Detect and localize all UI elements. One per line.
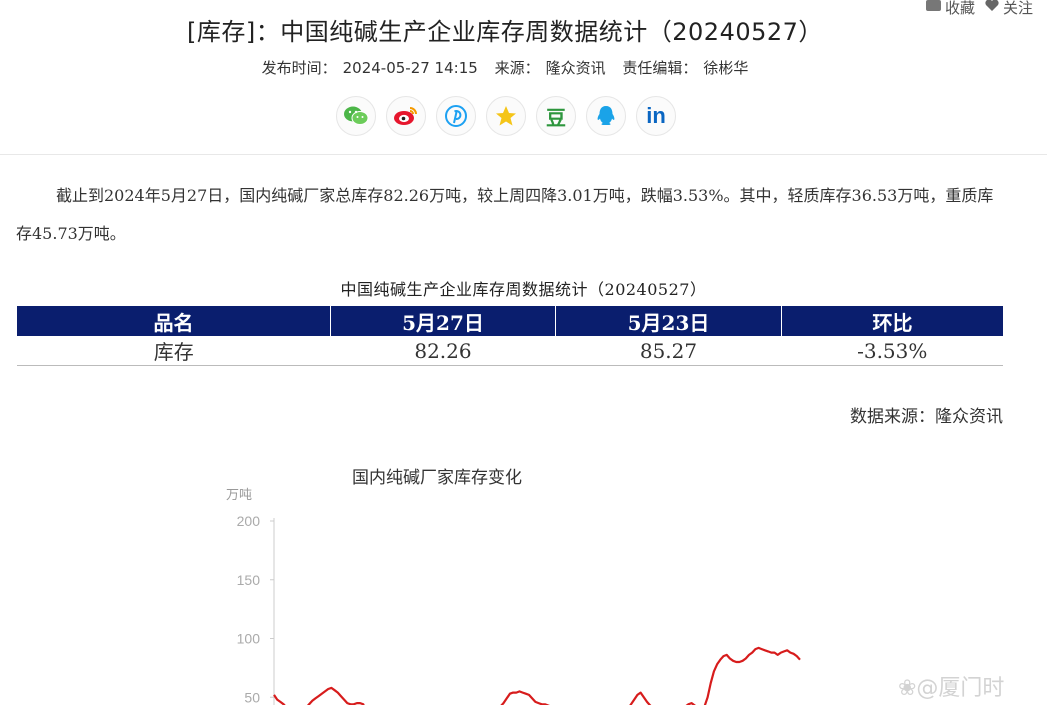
table-row: 库存 82.26 85.27 -3.53% xyxy=(17,336,1003,366)
header-may27: 5月27日 xyxy=(330,306,556,336)
header-may23: 5月23日 xyxy=(555,306,782,336)
header-product: 品名 xyxy=(17,306,331,336)
share-weibo-button[interactable] xyxy=(386,96,426,136)
y-tick-label: 100 xyxy=(237,631,261,647)
data-source: 数据来源：隆众资讯 xyxy=(850,407,1003,427)
article-title: [库存]：中国纯碱生产企业库存周数据统计（20240527） xyxy=(187,18,823,46)
share-wechat-button[interactable] xyxy=(336,96,376,136)
share-qzone-button[interactable] xyxy=(486,96,526,136)
inventory-line-chart: 国内纯碱厂家库存变化 万吨 200 150 100 50 xyxy=(226,468,801,705)
table-header-row: 品名 5月27日 5月23日 环比 xyxy=(17,306,1003,336)
heart-icon xyxy=(985,0,999,11)
chart-title: 国内纯碱厂家库存变化 xyxy=(352,468,522,487)
publish-time: 发布时间： 2024-05-27 14:15 xyxy=(261,59,478,77)
weibo-icon xyxy=(394,107,417,125)
share-linkedin-button[interactable]: in xyxy=(636,96,676,136)
series-line xyxy=(273,646,801,705)
article-meta: 发布时间： 2024-05-27 14:15 来源： 隆众资讯 责任编辑： 徐彬华 xyxy=(0,57,1010,78)
table-caption: 中国纯碱生产企业库存周数据统计（20240527） xyxy=(340,280,707,299)
source: 来源： 隆众资讯 xyxy=(494,59,606,77)
share-pinterest-button[interactable] xyxy=(436,96,476,136)
pinterest-icon xyxy=(445,105,467,127)
linkedin-icon: in xyxy=(646,103,666,128)
share-bar: 豆 in xyxy=(336,96,676,136)
header-divider xyxy=(0,154,1047,155)
cell-product: 库存 xyxy=(17,336,331,366)
share-qq-button[interactable] xyxy=(586,96,626,136)
inventory-table: 品名 5月27日 5月23日 环比 库存 82.26 85.27 -3.53% xyxy=(17,306,1003,366)
cell-may27: 82.26 xyxy=(330,336,556,366)
y-axis-unit: 万吨 xyxy=(226,487,252,502)
qq-icon xyxy=(597,106,615,125)
y-tick-label: 200 xyxy=(237,513,261,529)
folder-icon xyxy=(925,0,941,11)
article-paragraph: 截止到2024年5月27日，国内纯碱厂家总库存82.26万吨，较上周四降3.01… xyxy=(16,186,994,243)
y-tick-label: 50 xyxy=(244,689,260,705)
douban-icon: 豆 xyxy=(546,105,566,130)
cell-change: -3.53% xyxy=(781,336,1003,366)
wechat-icon xyxy=(344,106,369,125)
share-douban-button[interactable]: 豆 xyxy=(536,96,576,136)
editor: 责任编辑： 徐彬华 xyxy=(622,59,749,77)
qzone-icon xyxy=(496,106,516,126)
watermark: ❀@厦门时 xyxy=(898,676,1005,701)
header-change: 环比 xyxy=(781,306,1003,336)
cell-may23: 85.27 xyxy=(555,336,782,366)
y-tick-label: 150 xyxy=(237,572,261,588)
